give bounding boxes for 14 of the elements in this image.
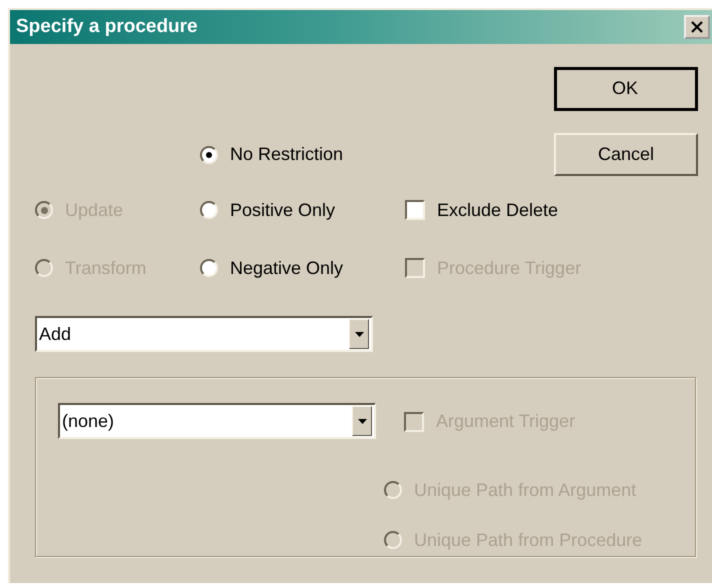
close-icon[interactable] [690, 21, 704, 33]
operation-dropdown[interactable]: Add [35, 316, 373, 352]
close-button[interactable] [684, 15, 710, 39]
radio-button[interactable]: Negative Only [200, 258, 344, 278]
radio-button[interactable]: Positive Only [200, 200, 336, 220]
dialog-button[interactable]: Cancel [554, 133, 698, 176]
radio-icon[interactable] [200, 201, 218, 219]
dialog-button[interactable]: OK [554, 67, 698, 111]
checkbox[interactable]: Exclude Delete [405, 200, 558, 220]
radio-icon[interactable] [200, 259, 218, 277]
radio-icon[interactable] [200, 146, 218, 164]
window-title: Specify a procedure [16, 16, 198, 38]
argument-dropdown[interactable]: (none) [58, 403, 376, 439]
radio-button[interactable]: No Restriction [200, 144, 344, 165]
